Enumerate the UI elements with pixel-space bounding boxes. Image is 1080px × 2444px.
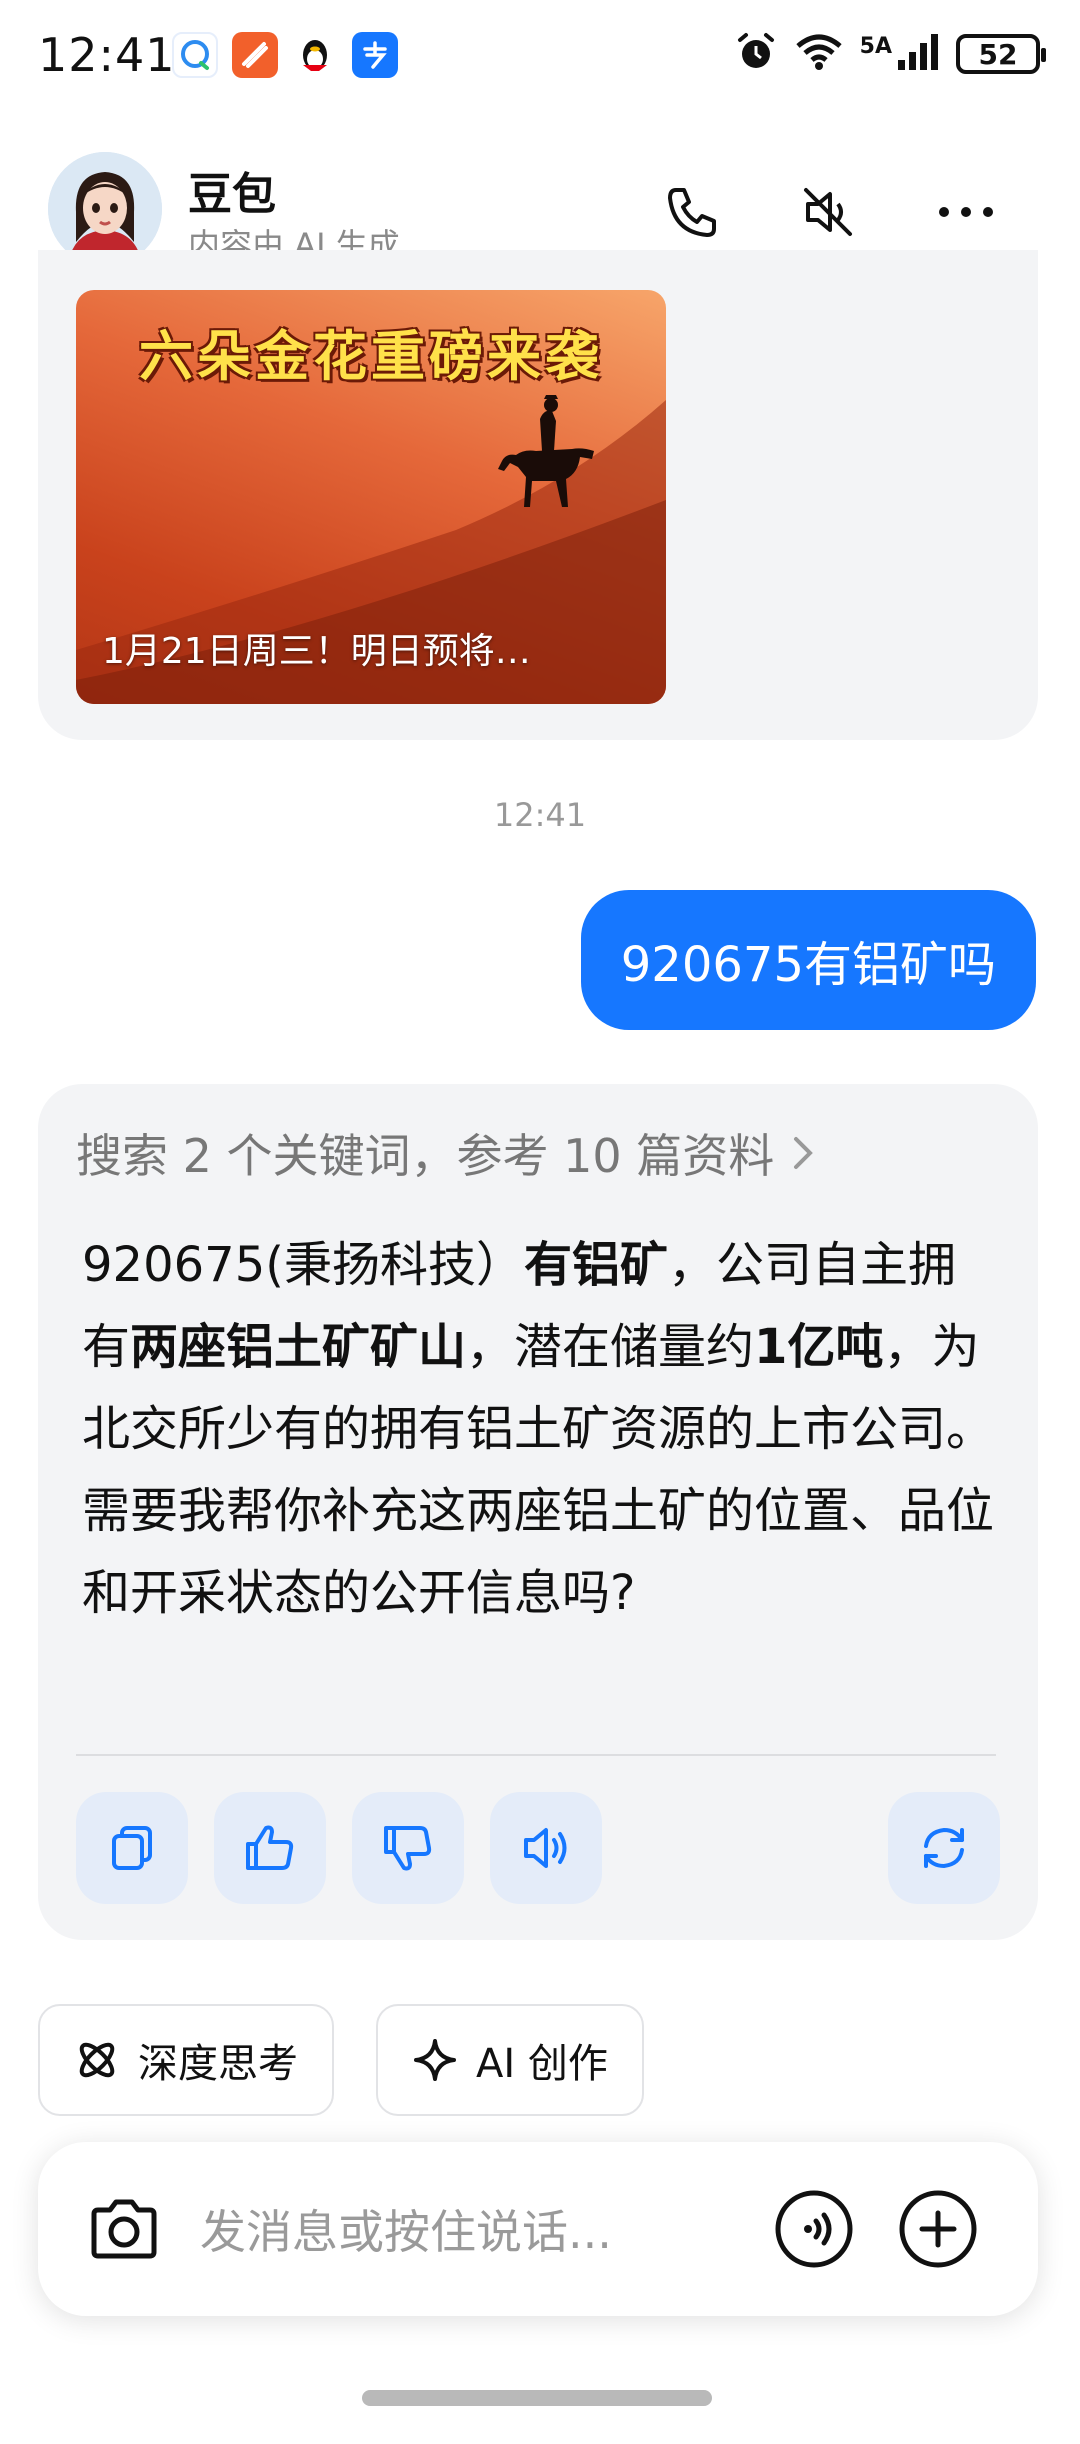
status-time: 12:41	[38, 28, 176, 82]
phone-button[interactable]	[656, 176, 728, 248]
battery-icon: 52	[956, 34, 1046, 74]
penguin-icon	[292, 32, 338, 78]
chat-bubble-icon	[172, 32, 218, 78]
battery-level: 52	[978, 37, 1018, 71]
refresh-icon	[924, 1827, 964, 1869]
voice-wave-icon	[775, 2190, 853, 2268]
more-button[interactable]	[930, 176, 1002, 248]
search-summary-text: 搜索 2 个关键词，参考 10 篇资料	[76, 1129, 775, 1183]
reply-segment: 920675(秉扬科技）	[82, 1237, 524, 1293]
alipay-icon	[352, 32, 398, 78]
user-message-bubble[interactable]: 920675有铝矿吗	[580, 890, 1036, 1030]
promo-image[interactable]: 六朵金花重磅来袭 1月21日周三！明日预将…	[76, 290, 666, 704]
reply-segment-bold: 两座铝土矿矿山	[130, 1319, 467, 1375]
contact-name: 豆包	[188, 169, 276, 220]
reply-divider	[76, 1754, 996, 1756]
message-input[interactable]: 发消息或按住说话...	[200, 2196, 612, 2262]
promo-title: 六朵金花重磅来袭	[139, 325, 603, 388]
thumbs-down-icon	[384, 1826, 432, 1871]
reply-paragraph: 920675(秉扬科技）有铝矿，公司自主拥有两座铝土矿矿山，潜在储量约1亿吨，为…	[82, 1224, 1002, 1470]
wifi-icon	[794, 32, 844, 76]
message-input-bar: 发消息或按住说话...	[38, 2142, 1038, 2316]
atom-icon	[79, 2042, 115, 2078]
mute-button[interactable]	[792, 176, 864, 248]
reply-segment-bold: 1亿吨	[754, 1319, 884, 1375]
thumbs-up-icon	[246, 1825, 294, 1870]
sparkle-icon	[414, 2039, 456, 2081]
speaker-icon	[524, 1828, 567, 1868]
reply-segment: ，潜在储量约	[466, 1319, 755, 1375]
reply-text: 920675(秉扬科技）有铝矿，公司自主拥有两座铝土矿矿山，潜在储量约1亿吨，为…	[82, 1224, 1002, 1634]
status-bar: 12:41 5A 52	[0, 0, 1080, 110]
more-icon	[939, 207, 993, 217]
dislike-button[interactable]	[352, 1792, 464, 1904]
mute-icon	[804, 188, 852, 236]
copy-icon	[112, 1826, 152, 1870]
copy-button[interactable]	[76, 1792, 188, 1904]
camera-icon	[91, 2199, 157, 2259]
avatar[interactable]	[48, 152, 162, 266]
chip-label: AI 创作	[476, 2041, 608, 2087]
home-indicator[interactable]	[362, 2390, 712, 2406]
phone-icon	[668, 188, 716, 237]
search-summary-link[interactable]: 搜索 2 个关键词，参考 10 篇资料	[76, 1120, 816, 1186]
voice-button[interactable]	[770, 2185, 858, 2273]
deep-think-chip[interactable]: 深度思考	[38, 2004, 334, 2116]
network-label: 5A	[859, 33, 892, 59]
message-timestamp: 12:41	[493, 796, 587, 834]
camera-button[interactable]	[80, 2185, 168, 2273]
regenerate-button[interactable]	[888, 1792, 1000, 1904]
alarm-icon	[734, 30, 778, 78]
chevron-right-icon	[794, 1137, 814, 1169]
read-aloud-button[interactable]	[490, 1792, 602, 1904]
chip-label: 深度思考	[138, 2041, 298, 2087]
system-icons: 5A 52	[734, 30, 1046, 78]
signal-icon	[896, 32, 940, 76]
like-button[interactable]	[214, 1792, 326, 1904]
reply-followup: 需要我帮你补充这两座铝土矿的位置、品位和开采状态的公开信息吗?	[82, 1483, 995, 1621]
notification-icons	[172, 32, 398, 78]
feishu-icon	[232, 32, 278, 78]
add-button[interactable]	[894, 2185, 982, 2273]
ai-create-chip[interactable]: AI 创作	[376, 2004, 644, 2116]
plus-circle-icon	[899, 2190, 977, 2268]
reply-segment-bold: 有铝矿	[523, 1237, 668, 1293]
promo-caption: 1月21日周三！明日预将…	[102, 631, 531, 672]
